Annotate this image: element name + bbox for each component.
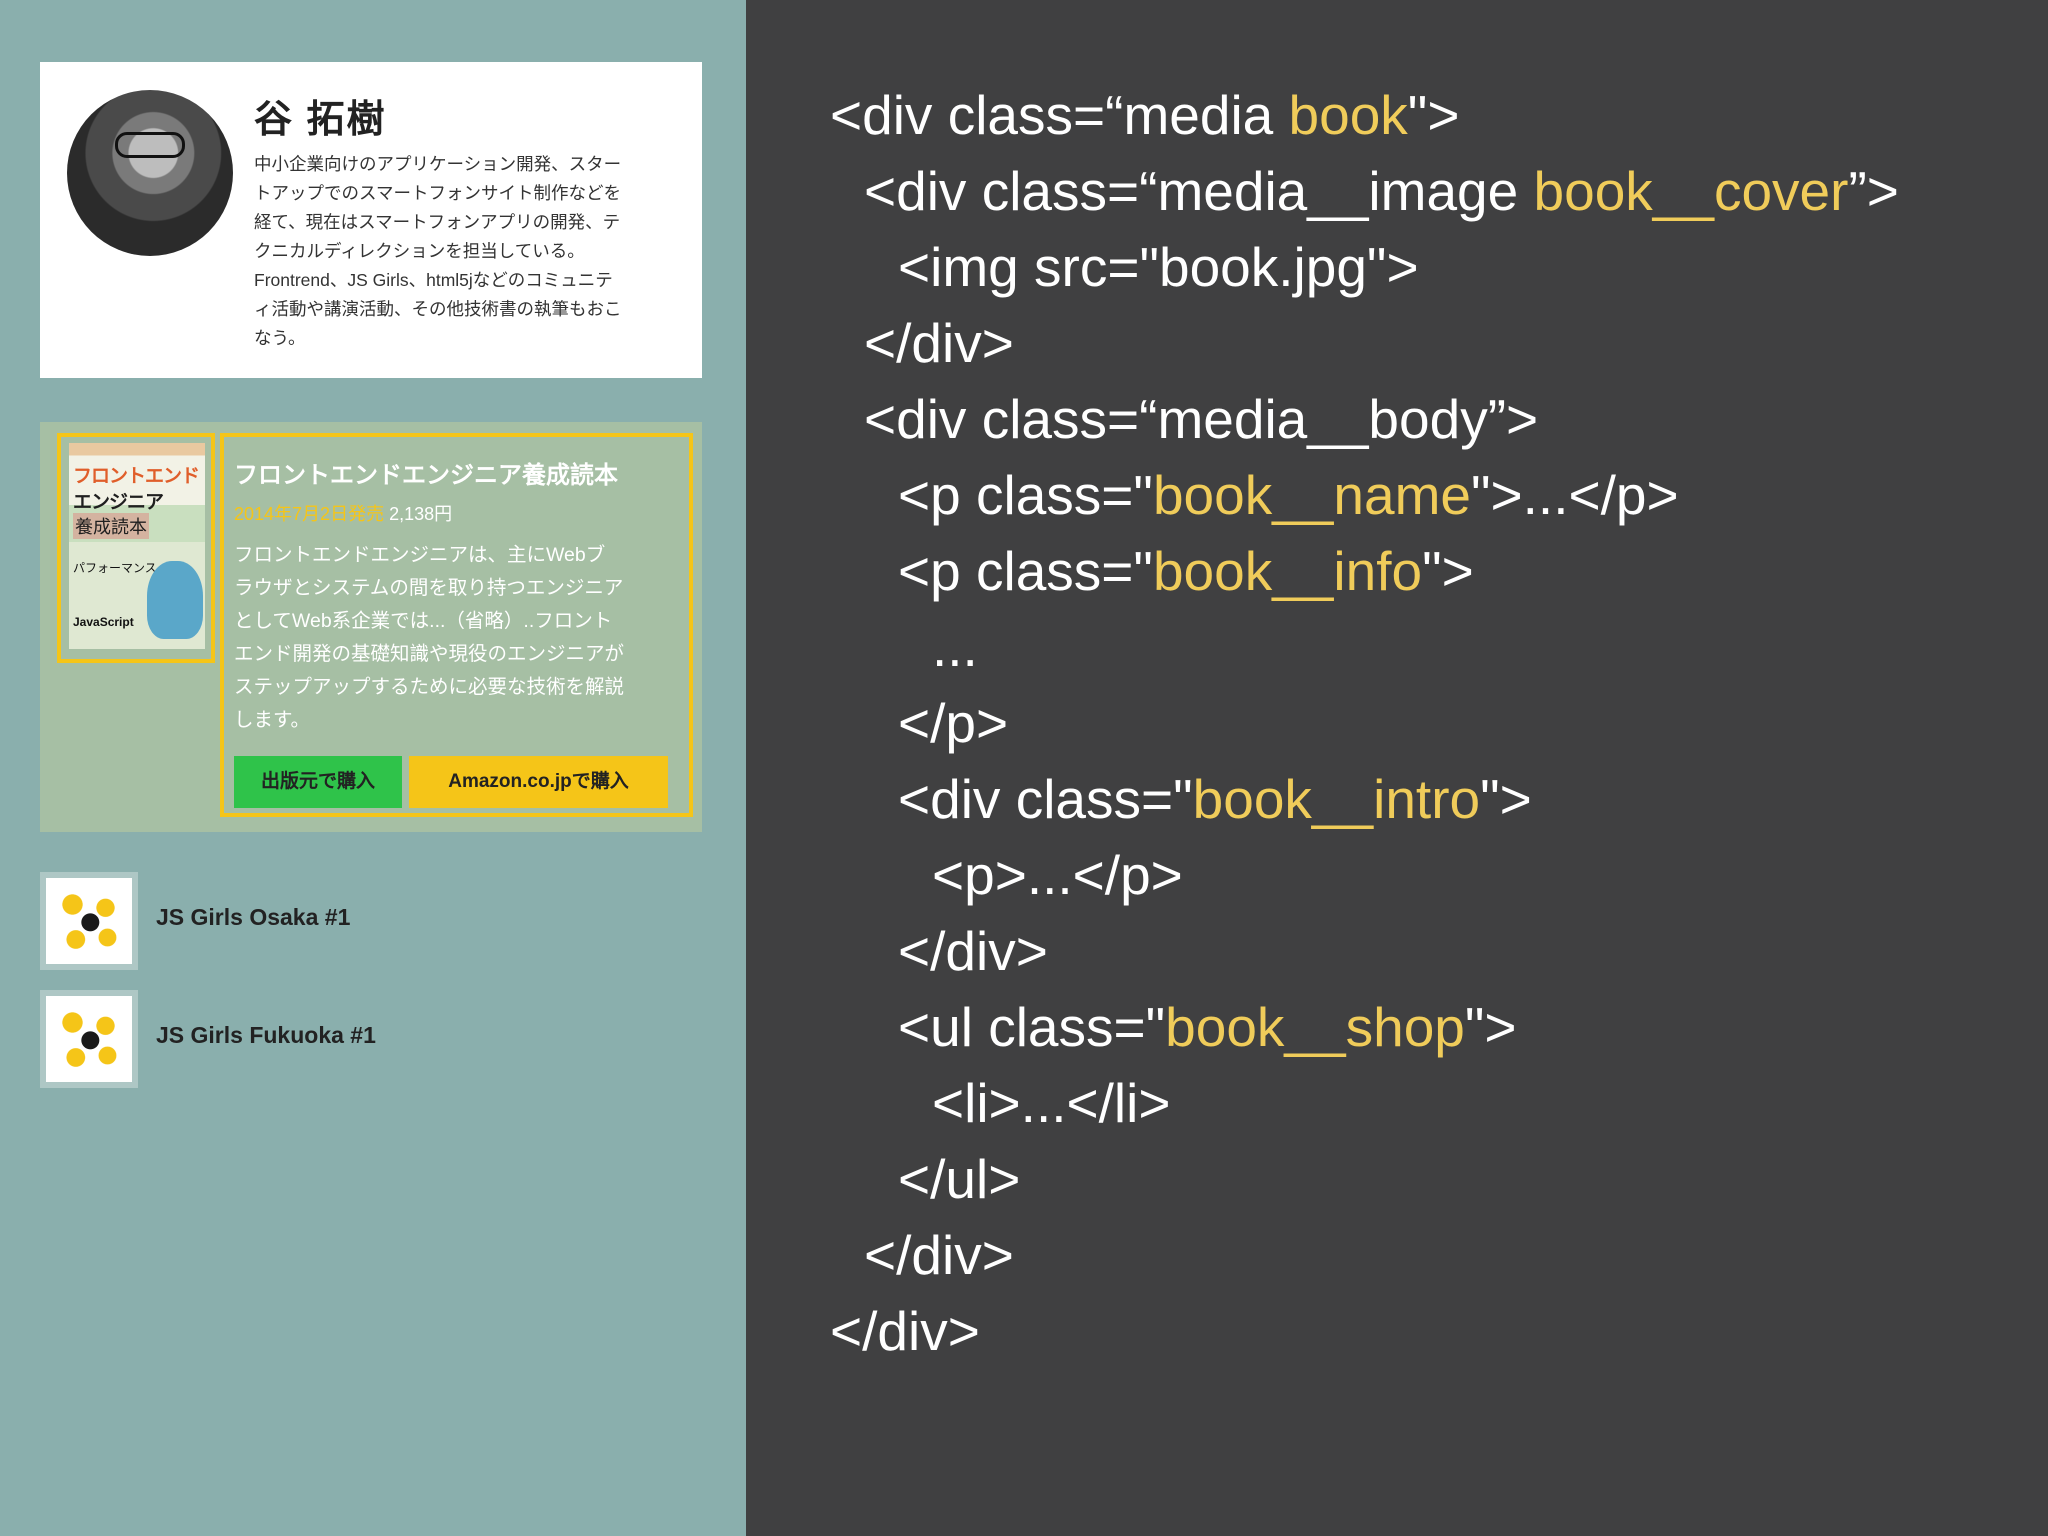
code-line: <ul class="book__shop"> [898,996,1517,1058]
code-line: </ul> [898,1148,1021,1210]
code-line: </div> [830,1300,980,1362]
code-line: ... [932,616,978,678]
book-price: 2,138円 [389,504,453,524]
event-thumbnail [40,990,138,1088]
code-line: <p class="book__name">...</p> [898,464,1679,526]
code-line: </div> [864,1224,1014,1286]
code-panel: <div class=“media book"> <div class=“med… [746,0,2048,1536]
code-line: <div class=“media__image book__cover”> [864,160,1899,222]
code-line: </div> [864,312,1014,374]
buy-from-publisher-button[interactable]: 出版元で購入 [234,756,402,808]
profile-card: 谷 拓樹 中小企業向けのアプリケーション開発、スター トアップでのスマートフォン… [40,62,702,378]
code-line: </div> [898,920,1048,982]
book-release-date: 2014年7月2日発売 [234,504,385,524]
cover-title-line1: フロントエンド [73,466,200,487]
code-line: <img src="book.jpg"> [898,236,1419,298]
event-item-osaka[interactable]: JS Girls Osaka #1 [40,872,702,970]
cover-mascot-illustration [147,561,203,639]
code-line: <p>...</p> [932,844,1183,906]
book-body-highlight: フロントエンドエンジニア養成読本 2014年7月2日発売 2,138円 フロント… [220,433,693,817]
event-title: JS Girls Osaka #1 [156,904,351,930]
code-line: <p class="book__info"> [898,540,1474,602]
buy-from-amazon-button[interactable]: Amazon.co.jpで購入 [409,756,668,808]
preview-panel: 谷 拓樹 中小企業向けのアプリケーション開発、スター トアップでのスマートフォン… [0,0,746,1536]
book-card: フロントエンド エンジニア 養成読本 パフォーマンス JavaScript フロ… [40,422,702,832]
code-line: </p> [898,692,1009,754]
book-cover-highlight: フロントエンド エンジニア 養成読本 パフォーマンス JavaScript [57,433,215,663]
event-item-fukuoka[interactable]: JS Girls Fukuoka #1 [40,990,702,1088]
cover-title-line2: エンジニア [73,492,164,513]
cover-footer: JavaScript [73,615,134,629]
code-line: <div class=“media__body”> [864,388,1539,450]
avatar [67,90,233,256]
event-title: JS Girls Fukuoka #1 [156,1022,376,1048]
code-line: <li>...</li> [932,1072,1171,1134]
book-intro: フロントエンドエンジニアは、主にWebブ ラウザとシステムの間を取り持つエンジニ… [234,544,625,731]
cover-subtitle: パフォーマンス [73,561,157,575]
book-info: 2014年7月2日発売 2,138円 [234,500,452,526]
book-cover-image[interactable]: フロントエンド エンジニア 養成読本 パフォーマンス JavaScript [69,443,205,649]
event-thumbnail [40,872,138,970]
code-line: <div class="book__intro"> [898,768,1532,830]
book-name: フロントエンドエンジニア養成読本 [234,462,618,489]
code-line: <div class=“media book"> [830,84,1460,146]
profile-name: 谷 拓樹 [254,99,387,141]
profile-bio: 中小企業向けのアプリケーション開発、スター トアップでのスマートフォンサイト制作… [254,154,622,348]
cover-title-line3: 養成読本 [73,513,149,539]
